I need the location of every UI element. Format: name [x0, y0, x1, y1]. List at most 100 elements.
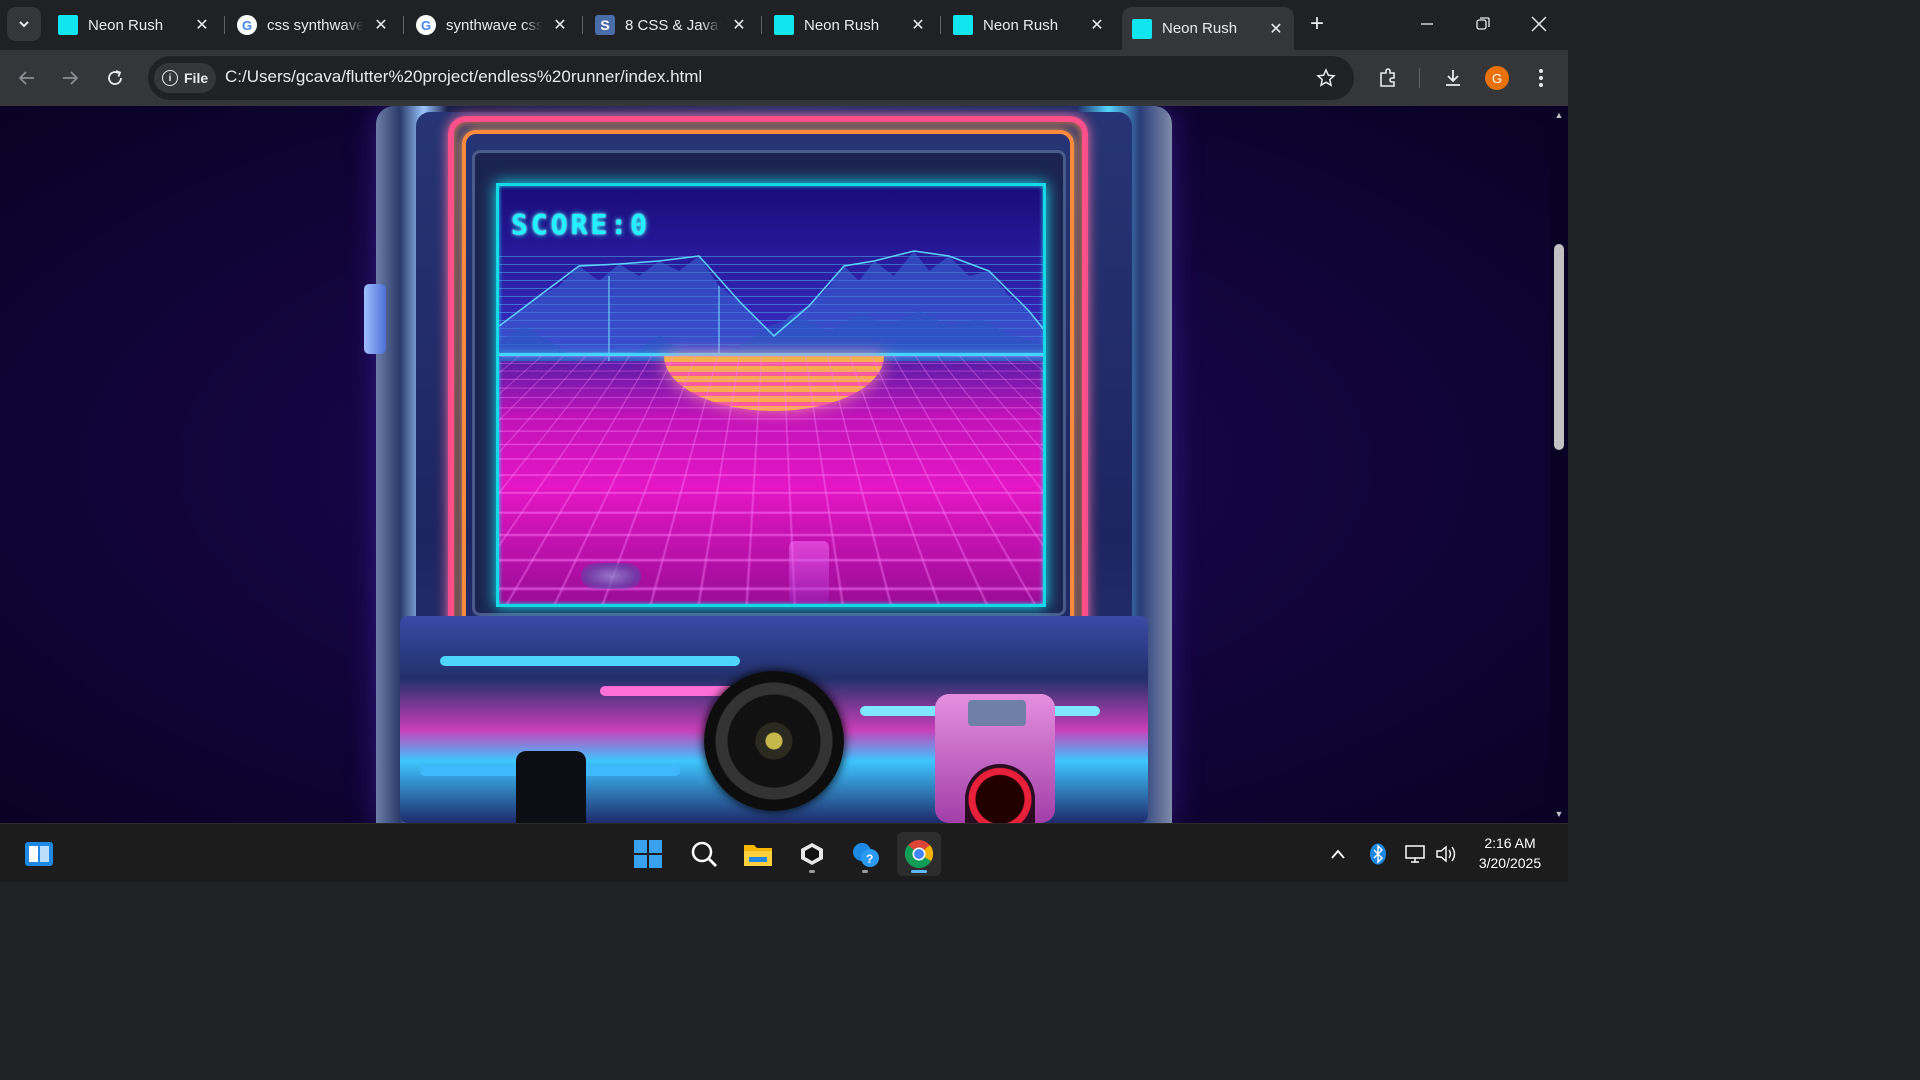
puzzle-icon: [1380, 68, 1395, 87]
bluetooth-button[interactable]: [1366, 842, 1390, 866]
download-icon: [1446, 70, 1460, 86]
floor-grid: [499, 356, 1043, 604]
downloads-button[interactable]: [1437, 62, 1469, 94]
windows-taskbar: ? 2:16 AM 3/20/2025: [0, 823, 1568, 882]
score-label: SCORE:: [511, 208, 631, 241]
back-button[interactable]: [11, 62, 43, 94]
network-button[interactable]: [1404, 842, 1428, 866]
google-icon: G: [237, 15, 257, 35]
kebab-menu-icon: [1539, 69, 1543, 87]
url-text[interactable]: C:/Users/gcava/flutter%20project/endless…: [225, 67, 702, 87]
tab-separator: [761, 16, 762, 34]
profile-avatar[interactable]: G: [1485, 66, 1509, 90]
site-info-label: File: [184, 70, 209, 86]
show-hidden-icons-button[interactable]: [1326, 842, 1350, 866]
chevron-down-icon: [19, 21, 29, 28]
tab-title: Neon Rush: [1162, 20, 1238, 37]
speaker-icon: [1436, 845, 1456, 863]
arrow-left-icon: [18, 71, 34, 85]
menu-button[interactable]: [1525, 62, 1557, 94]
close-icon[interactable]: ✕: [192, 15, 212, 35]
chrome-button[interactable]: [897, 832, 941, 876]
neon-square-icon: [58, 15, 78, 35]
score-display: SCORE:0: [511, 208, 650, 241]
chrome-icon: [904, 840, 934, 868]
widgets-icon: [25, 842, 53, 866]
close-icon[interactable]: ✕: [1266, 19, 1286, 39]
volume-button[interactable]: [1434, 842, 1458, 866]
minimize-button[interactable]: [1404, 4, 1450, 44]
tab-separator: [224, 16, 225, 34]
restore-button[interactable]: [1460, 4, 1506, 44]
tab-title: synthwave css: [446, 16, 542, 34]
console-lens: [704, 671, 844, 811]
search-icon: [691, 841, 717, 867]
tab-separator: [940, 16, 941, 34]
scroll-up-arrow-icon[interactable]: ▲: [1554, 110, 1564, 120]
close-icon[interactable]: ✕: [1087, 15, 1107, 35]
tab-neon-rush-1[interactable]: Neon Rush ✕: [48, 7, 220, 43]
score-value: 0: [630, 208, 651, 241]
tab-synthwave-css[interactable]: G synthwave css ✕: [406, 7, 578, 43]
tab-css-synthwave[interactable]: G css synthwave ✕: [227, 7, 399, 43]
console-dpad: [516, 751, 586, 823]
scroll-down-arrow-icon[interactable]: ▼: [1554, 809, 1564, 819]
close-icon[interactable]: ✕: [729, 15, 749, 35]
running-indicator: [809, 870, 815, 873]
player-ship: [581, 563, 641, 589]
new-tab-button[interactable]: +: [1303, 10, 1331, 38]
neon-square-icon: [1132, 18, 1152, 39]
game-screen[interactable]: SCORE:0: [496, 183, 1046, 607]
start-button[interactable]: [626, 832, 670, 876]
close-icon[interactable]: ✕: [550, 15, 570, 35]
tab-title: Neon Rush: [983, 16, 1059, 34]
file-explorer-icon: [744, 845, 772, 866]
page-viewport: SCORE:0: [0, 106, 1550, 823]
extensions-button[interactable]: [1372, 62, 1404, 94]
close-icon[interactable]: ✕: [908, 15, 928, 35]
help-app-button[interactable]: ?: [843, 832, 887, 876]
tab-separator: [403, 16, 404, 34]
console-side-button: [364, 284, 386, 354]
system-clock[interactable]: 2:16 AM 3/20/2025: [1466, 833, 1554, 873]
widgets-button[interactable]: [17, 832, 61, 876]
svg-text:?: ?: [866, 852, 873, 866]
address-bar[interactable]: i File C:/Users/gcava/flutter%20project/…: [148, 56, 1354, 100]
tab-css-javascript[interactable]: S 8 CSS & JavaS ✕: [585, 7, 757, 43]
tab-title: 8 CSS & JavaS: [625, 16, 721, 34]
bookmark-star-button[interactable]: [1314, 66, 1338, 90]
tab-title: Neon Rush: [804, 16, 880, 34]
close-icon: [1531, 16, 1547, 32]
tab-neon-rush-active[interactable]: Neon Rush ✕: [1122, 7, 1294, 50]
active-indicator: [911, 870, 927, 873]
browser-toolbar: i File C:/Users/gcava/flutter%20project/…: [0, 50, 1568, 106]
console-mini-screen: [968, 700, 1026, 726]
tab-search-button[interactable]: [7, 7, 41, 41]
search-button[interactable]: [682, 832, 726, 876]
close-window-button[interactable]: [1516, 4, 1562, 44]
s-letter-icon: S: [595, 15, 615, 35]
neon-square-icon: [774, 15, 794, 35]
google-icon: G: [416, 15, 436, 35]
close-icon[interactable]: ✕: [371, 15, 391, 35]
network-icon: [1405, 845, 1425, 863]
clock-time: 2:16 AM: [1484, 835, 1536, 851]
restore-icon: [1476, 17, 1490, 30]
tab-title: css synthwave: [267, 16, 363, 34]
terminal-app-button[interactable]: [790, 832, 834, 876]
page-scrollbar[interactable]: ▲ ▼: [1550, 106, 1568, 823]
scroll-thumb[interactable]: [1554, 244, 1564, 450]
forward-button[interactable]: [54, 62, 86, 94]
reload-icon: [108, 70, 122, 85]
reload-button[interactable]: [99, 62, 131, 94]
site-info-chip[interactable]: i File: [154, 63, 216, 93]
file-explorer-button[interactable]: [736, 832, 780, 876]
minimize-icon: [1421, 23, 1433, 25]
arrow-right-icon: [63, 71, 79, 85]
tab-neon-rush-2[interactable]: Neon Rush ✕: [764, 7, 936, 43]
tab-neon-rush-3[interactable]: Neon Rush ✕: [943, 7, 1115, 43]
bluetooth-icon: [1370, 843, 1386, 865]
deck-stripe: [440, 656, 740, 666]
toolbar-divider: [1419, 68, 1420, 88]
terminal-icon: [801, 843, 823, 865]
